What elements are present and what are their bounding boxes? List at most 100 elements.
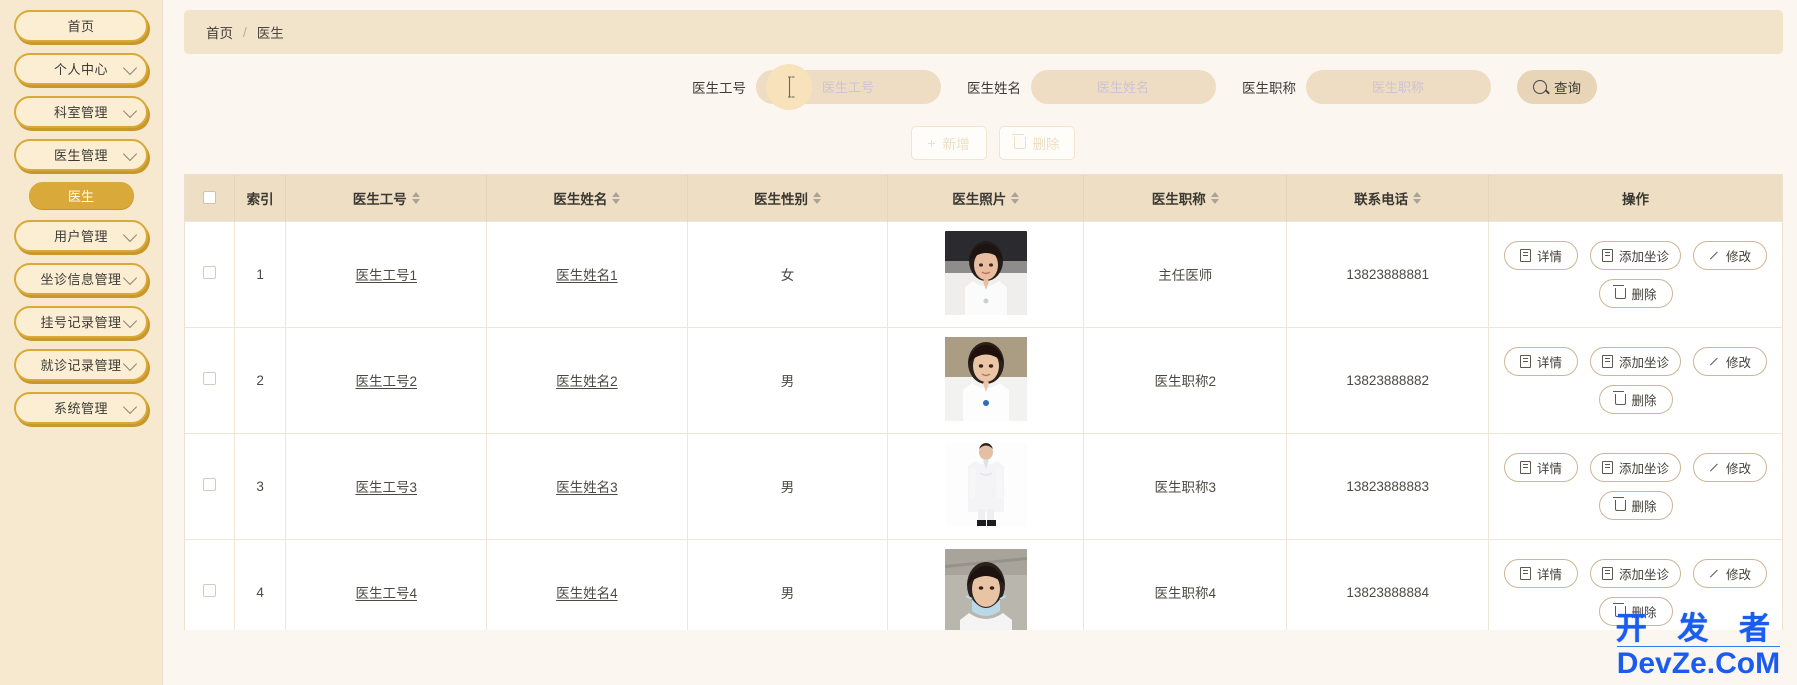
row-doctor-name: 医生姓名1 — [486, 220, 688, 327]
detail-button-label: 详情 — [1537, 461, 1563, 476]
sort-icon[interactable] — [1011, 191, 1020, 204]
detail-button[interactable]: 详情 — [1504, 240, 1579, 270]
row-delete-button[interactable]: 删除 — [1598, 278, 1673, 308]
search-form: 医生工号 医生姓名 医生职称 查询 — [163, 56, 1797, 118]
sort-icon[interactable] — [1210, 191, 1219, 204]
sidebar-item-visit-record-management[interactable]: 就诊记录管理 — [14, 349, 148, 381]
row-phone: 13823888884 — [1286, 538, 1490, 630]
row-checkbox[interactable] — [202, 372, 216, 385]
main-content: 首页 / 医生 医生工号 医生姓名 医生职称 — [163, 0, 1797, 685]
row-checkbox[interactable] — [202, 478, 216, 491]
table-header-contact-phone[interactable]: 联系电话 — [1286, 175, 1490, 221]
sidebar-item-label: 坐诊信息管理 — [40, 271, 122, 287]
select-all-checkbox[interactable] — [202, 191, 216, 205]
edit-button[interactable]: 修改 — [1693, 240, 1768, 270]
row-index: 1 — [234, 220, 287, 327]
sidebar-item-clinic-info-management[interactable]: 坐诊信息管理 — [14, 263, 148, 295]
doctor-name-link[interactable]: 医生姓名2 — [556, 374, 618, 389]
edit-button[interactable]: 修改 — [1693, 558, 1768, 588]
row-checkbox[interactable] — [202, 266, 216, 279]
row-delete-button[interactable]: 删除 — [1598, 490, 1673, 520]
doctor-id-link[interactable]: 医生工号2 — [355, 374, 417, 389]
document-icon — [1520, 248, 1532, 262]
add-clinic-button-label: 添加坐诊 — [1619, 355, 1670, 370]
search-input-doctor-id[interactable] — [756, 70, 941, 104]
doctor-id-link[interactable]: 医生工号1 — [355, 268, 417, 283]
doctor-photo-thumbnail[interactable] — [944, 336, 1027, 421]
doctor-photo-thumbnail[interactable] — [944, 548, 1027, 630]
table-header-doctor-name[interactable]: 医生姓名 — [486, 175, 688, 221]
add-clinic-button[interactable]: 添加坐诊 — [1590, 558, 1682, 588]
doctor-name-link[interactable]: 医生姓名4 — [556, 586, 618, 601]
sort-icon[interactable] — [612, 191, 621, 204]
sort-icon[interactable] — [1413, 191, 1422, 204]
row-phone: 13823888881 — [1286, 220, 1490, 327]
table-header-doctor-id[interactable]: 医生工号 — [285, 175, 488, 221]
search-input-wrap-doctor-id — [756, 64, 967, 110]
table-header-doctor-title[interactable]: 医生职称 — [1083, 175, 1288, 221]
trash-icon — [1613, 390, 1626, 405]
doctor-name-link[interactable]: 医生姓名3 — [556, 480, 618, 495]
sort-icon[interactable] — [813, 191, 821, 204]
detail-button[interactable]: 详情 — [1504, 452, 1579, 482]
table-header-row: 索引 医生工号 医生姓名 医生性别 医生照片 医生职称 联系电话 操作 — [185, 175, 1782, 221]
row-operations: 详情 添加坐诊 修改 删除 — [1488, 220, 1782, 327]
row-photo-cell — [887, 326, 1085, 433]
search-input-doctor-title[interactable] — [1306, 70, 1491, 104]
sidebar-item-home[interactable]: 首页 — [14, 10, 148, 42]
sidebar-item-department-management[interactable]: 科室管理 — [14, 96, 148, 128]
plus-icon: + — [927, 135, 936, 151]
doctor-photo-thumbnail[interactable] — [944, 230, 1027, 315]
doctor-name-link[interactable]: 医生姓名1 — [556, 268, 618, 283]
table-body: 1 医生工号1 医生姓名1 女 主任医师 13823888881 详情 添加坐诊… — [185, 220, 1782, 630]
add-button[interactable]: + 新增 — [910, 126, 987, 160]
table-header-label: 医生性别 — [754, 191, 808, 207]
edit-button[interactable]: 修改 — [1693, 452, 1768, 482]
sidebar-subitem-doctor[interactable]: 医生 — [28, 182, 134, 209]
edit-button[interactable]: 修改 — [1693, 346, 1768, 376]
row-delete-button-label: 删除 — [1631, 499, 1657, 514]
query-button[interactable]: 查询 — [1517, 70, 1597, 104]
sidebar-item-registration-record-management[interactable]: 挂号记录管理 — [14, 306, 148, 338]
row-doctor-id: 医生工号4 — [285, 538, 488, 630]
detail-button[interactable]: 详情 — [1504, 558, 1579, 588]
search-label-doctor-id: 医生工号 — [692, 81, 746, 96]
pencil-icon — [1709, 568, 1720, 579]
operations-group: 详情 添加坐诊 修改 删除 — [1493, 240, 1778, 308]
breadcrumb-root[interactable]: 首页 — [206, 22, 233, 42]
row-checkbox[interactable] — [202, 584, 216, 598]
detail-button[interactable]: 详情 — [1504, 346, 1579, 376]
table-header-select-all — [185, 175, 235, 221]
row-delete-button-label: 删除 — [1631, 393, 1657, 408]
doctor-id-link[interactable]: 医生工号4 — [355, 586, 417, 601]
row-doctor-id: 医生工号3 — [285, 432, 488, 539]
add-clinic-button[interactable]: 添加坐诊 — [1590, 240, 1682, 270]
row-delete-button[interactable]: 删除 — [1598, 384, 1673, 414]
search-label-doctor-title: 医生职称 — [1242, 81, 1296, 96]
table-header-doctor-photo[interactable]: 医生照片 — [887, 175, 1085, 221]
doctor-id-link[interactable]: 医生工号3 — [355, 480, 417, 495]
search-input-doctor-name[interactable] — [1031, 70, 1216, 104]
add-clinic-button[interactable]: 添加坐诊 — [1590, 346, 1682, 376]
sidebar-item-user-management[interactable]: 用户管理 — [14, 220, 148, 252]
doctor-photo-thumbnail[interactable] — [944, 442, 1027, 527]
trash-icon — [1613, 496, 1626, 511]
delete-button[interactable]: 删除 — [998, 126, 1075, 160]
table-header-label: 医生工号 — [352, 191, 407, 207]
table-header-doctor-gender[interactable]: 医生性别 — [687, 175, 889, 221]
sidebar-item-doctor-management[interactable]: 医生管理 — [14, 139, 148, 171]
chevron-down-icon — [122, 270, 138, 286]
pencil-icon — [1709, 356, 1720, 367]
operations-group: 详情 添加坐诊 修改 删除 — [1493, 452, 1778, 520]
sidebar-item-label: 挂号记录管理 — [40, 314, 122, 330]
add-clinic-button[interactable]: 添加坐诊 — [1590, 452, 1682, 482]
row-select-cell — [185, 220, 235, 327]
sidebar-item-personal-center[interactable]: 个人中心 — [14, 53, 148, 85]
edit-button-label: 修改 — [1726, 355, 1752, 370]
sort-icon[interactable] — [411, 191, 420, 204]
query-button-label: 查询 — [1554, 81, 1581, 96]
table-head: 索引 医生工号 医生姓名 医生性别 医生照片 医生职称 联系电话 操作 — [185, 175, 1782, 221]
row-gender: 女 — [687, 220, 889, 327]
row-delete-button[interactable]: 删除 — [1598, 596, 1673, 626]
sidebar-item-system-management[interactable]: 系统管理 — [14, 392, 148, 424]
